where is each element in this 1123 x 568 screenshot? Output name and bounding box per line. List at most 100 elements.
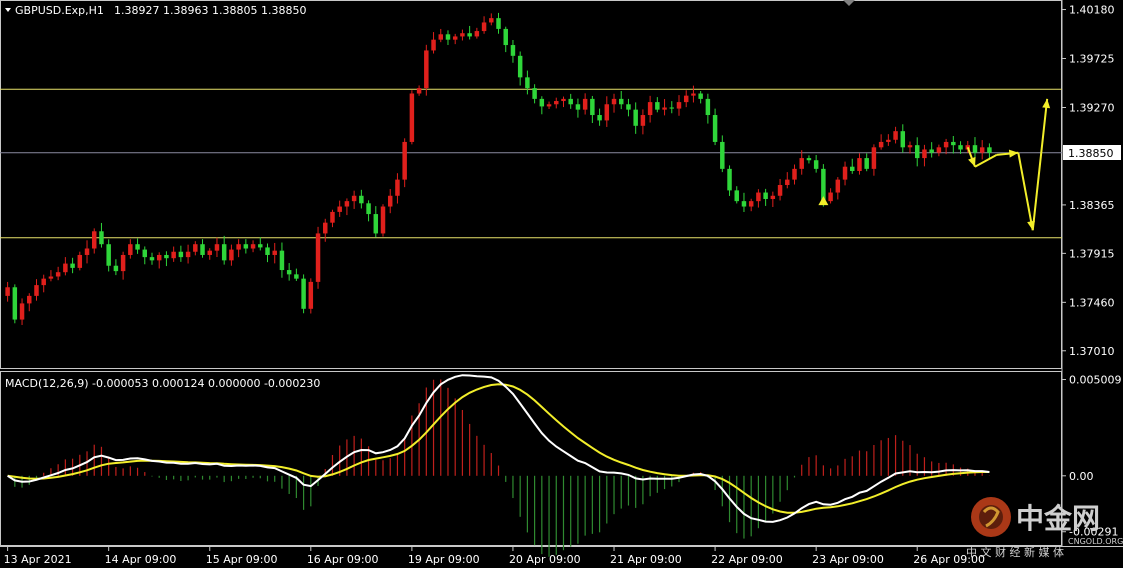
forecast-annotations[interactable] <box>818 98 1051 231</box>
candle-body <box>337 206 342 212</box>
candle-body <box>308 281 314 309</box>
candle-body <box>27 295 32 304</box>
time-tick-label: 14 Apr 09:00 <box>105 553 177 566</box>
candle-body <box>467 33 472 37</box>
macd-label: MACD(12,26,9) -0.000053 0.000124 0.00000… <box>5 377 320 390</box>
horizontal-levels[interactable] <box>0 88 1062 239</box>
candle-body <box>236 244 241 250</box>
candle-body <box>214 244 220 251</box>
candle-body <box>850 166 855 172</box>
candle-body <box>806 158 812 161</box>
candle-body <box>907 145 913 148</box>
candle-body <box>323 222 328 234</box>
candle-body <box>619 98 624 105</box>
forecast-arrow-segment[interactable] <box>1017 152 1034 231</box>
candle-body <box>720 141 725 169</box>
candle-body <box>63 263 68 273</box>
candle-body <box>929 149 934 153</box>
candle-body <box>763 192 768 199</box>
symbol-dropdown-icon[interactable] <box>5 8 11 12</box>
candle-body <box>900 131 906 148</box>
candle-body <box>828 192 833 202</box>
candle-body <box>120 254 126 272</box>
candle-body <box>258 244 263 248</box>
candle-body <box>640 115 646 126</box>
candle-body <box>914 145 920 159</box>
time-tick-label: 22 Apr 09:00 <box>711 553 783 566</box>
candle-body <box>532 88 537 99</box>
main-panel-frame <box>0 0 1062 369</box>
candle-body <box>727 168 732 191</box>
forecast-arrow-segment[interactable] <box>1031 98 1049 231</box>
candle-body <box>546 104 552 107</box>
candle-body <box>395 179 400 196</box>
candle-body <box>539 98 545 107</box>
candle-body <box>676 102 682 109</box>
candle-body <box>474 31 480 37</box>
candle-body <box>99 231 104 245</box>
candle-body <box>799 158 804 169</box>
candle-body <box>626 104 631 110</box>
candle-body <box>489 18 494 23</box>
candle-body <box>943 141 949 148</box>
candle-body <box>712 115 718 142</box>
candle-body <box>193 244 198 252</box>
candle-body <box>936 147 942 153</box>
candle-body <box>128 244 133 255</box>
forecast-arrow-segment[interactable] <box>974 153 998 168</box>
candle-body <box>243 244 249 249</box>
chart-canvas: 1.40180 1.39725 1.39270 1.38365 1.37915 1.374… <box>0 0 1123 566</box>
candle-body <box>351 195 357 202</box>
candle-body <box>510 45 516 56</box>
candle-body <box>647 102 653 116</box>
candle-body <box>785 179 790 185</box>
candle-body <box>84 248 90 255</box>
candle-body <box>250 244 256 249</box>
candle-body <box>55 272 61 277</box>
candle-body <box>19 303 25 320</box>
candle-body <box>34 285 39 296</box>
time-tick-label: 20 Apr 09:00 <box>509 553 581 566</box>
price-tick-label: 1.37460 <box>1069 296 1115 309</box>
scroll-marker-icon[interactable] <box>843 0 855 6</box>
candle-body <box>5 287 10 296</box>
up-triangle-marker[interactable] <box>818 196 829 206</box>
candle-body <box>979 147 985 153</box>
candle-body <box>41 278 46 286</box>
candle-body <box>207 250 212 255</box>
price-tick-label: 1.39725 <box>1069 53 1115 66</box>
candle-body <box>734 190 739 202</box>
candle-body <box>525 77 530 89</box>
watermark-slogan: 中 文 财 经 新 媒 体 <box>966 545 1064 559</box>
time-tick-label: 23 Apr 09:00 <box>812 553 884 566</box>
macd-histogram <box>14 379 991 557</box>
candle-body <box>185 251 191 258</box>
candle-body <box>164 254 169 259</box>
candle-body <box>813 160 819 169</box>
candle-body <box>135 244 140 250</box>
chart-window: 1.40180 1.39725 1.39270 1.38365 1.37915 1.374… <box>0 0 1123 568</box>
candle-body <box>286 270 292 275</box>
candle-body <box>842 166 848 180</box>
candle-body <box>503 28 508 46</box>
candle-body <box>683 95 689 103</box>
candle-body <box>792 168 797 180</box>
candle-body <box>590 98 595 116</box>
candle-body <box>315 233 321 282</box>
candle-body <box>265 247 270 255</box>
candle-body <box>655 102 660 110</box>
macd-tick-label: 0.005009 <box>1069 374 1122 387</box>
forecast-arrow-head[interactable] <box>968 156 976 167</box>
candle-body <box>366 203 371 215</box>
watermark-logo <box>971 497 1011 537</box>
candle-body <box>113 265 119 272</box>
candle-body <box>171 251 176 259</box>
candle-body <box>279 250 285 271</box>
candle-body <box>481 22 487 32</box>
time-tick-label: 19 Apr 09:00 <box>408 553 480 566</box>
candle-body <box>221 244 227 261</box>
candle-body <box>777 185 783 196</box>
candle-body <box>575 104 581 110</box>
macd-lines <box>7 374 990 523</box>
candle-body <box>294 274 299 279</box>
